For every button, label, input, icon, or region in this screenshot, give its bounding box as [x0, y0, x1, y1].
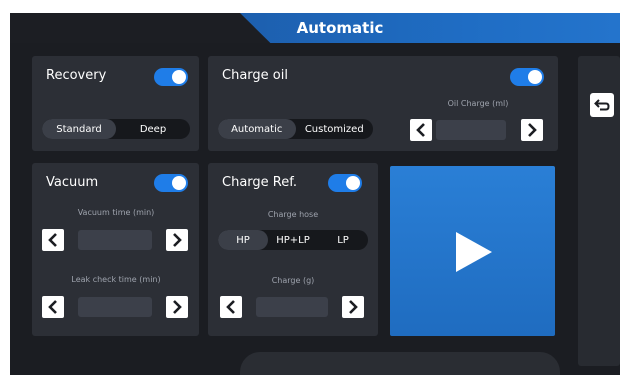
oil-charge-value[interactable] — [436, 120, 506, 140]
chevron-right-icon — [528, 123, 537, 137]
charge-oil-mode-automatic[interactable]: Automatic — [218, 119, 296, 139]
recovery-mode-selector: Standard Deep — [42, 119, 190, 139]
charge-oil-mode-customized[interactable]: Customized — [296, 119, 374, 139]
chevron-right-icon — [349, 300, 358, 314]
charge-ref-panel: Charge Ref. Charge hose HP HP+LP LP Char… — [208, 163, 378, 336]
vacuum-title: Vacuum — [46, 175, 99, 190]
leak-check-value[interactable] — [78, 297, 152, 317]
bottom-handle — [240, 352, 560, 375]
recovery-panel: Recovery Standard Deep — [32, 56, 199, 151]
recovery-mode-deep[interactable]: Deep — [116, 119, 190, 139]
charge-ref-toggle[interactable] — [328, 174, 362, 192]
chevron-left-icon — [226, 300, 235, 314]
charge-decrease-button[interactable] — [220, 296, 242, 318]
toggle-knob — [346, 176, 360, 190]
charge-hose-hp[interactable]: HP — [218, 230, 268, 250]
charge-increase-button[interactable] — [342, 296, 364, 318]
vacuum-time-increase-button[interactable] — [166, 229, 188, 251]
chevron-left-icon — [48, 300, 57, 314]
toggle-knob — [528, 70, 542, 84]
charge-hose-label: Charge hose — [267, 210, 319, 219]
recovery-toggle[interactable] — [154, 68, 188, 86]
oil-charge-label: Oil Charge (ml) — [447, 99, 509, 108]
vacuum-panel: Vacuum Vacuum time (min) Leak check time… — [32, 163, 199, 336]
chevron-left-icon — [48, 233, 57, 247]
vacuum-time-value[interactable] — [78, 230, 152, 250]
page-title: Automatic — [296, 19, 384, 37]
oil-charge-increase-button[interactable] — [521, 119, 543, 141]
recovery-mode-standard[interactable]: Standard — [42, 119, 116, 139]
charge-oil-title: Charge oil — [222, 68, 288, 83]
recovery-title: Recovery — [46, 68, 107, 83]
charge-ref-title: Charge Ref. — [222, 175, 297, 190]
back-button[interactable] — [590, 93, 614, 117]
charge-label: Charge (g) — [271, 276, 315, 285]
chevron-right-icon — [173, 233, 182, 247]
charge-value[interactable] — [256, 297, 328, 317]
vacuum-toggle[interactable] — [154, 174, 188, 192]
oil-charge-decrease-button[interactable] — [410, 119, 432, 141]
chevron-left-icon — [416, 123, 425, 137]
charge-hose-lp[interactable]: LP — [318, 230, 368, 250]
charge-oil-toggle[interactable] — [510, 68, 544, 86]
toggle-knob — [172, 70, 186, 84]
vacuum-time-decrease-button[interactable] — [42, 229, 64, 251]
charge-hose-hp-lp[interactable]: HP+LP — [268, 230, 318, 250]
leak-check-increase-button[interactable] — [166, 296, 188, 318]
app-screen: Automatic Recovery Standard Deep Charge … — [10, 13, 620, 375]
charge-oil-mode-selector: Automatic Customized — [218, 119, 373, 139]
toggle-knob — [172, 176, 186, 190]
leak-check-time-label: Leak check time (min) — [71, 275, 161, 284]
chevron-right-icon — [173, 300, 182, 314]
back-arrow-icon — [594, 99, 610, 111]
play-icon — [456, 232, 492, 272]
charge-oil-panel: Charge oil Automatic Customized Oil Char… — [208, 56, 558, 151]
start-button[interactable] — [390, 166, 555, 336]
leak-check-decrease-button[interactable] — [42, 296, 64, 318]
charge-hose-selector: HP HP+LP LP — [218, 230, 368, 250]
vacuum-time-label: Vacuum time (min) — [77, 208, 155, 217]
